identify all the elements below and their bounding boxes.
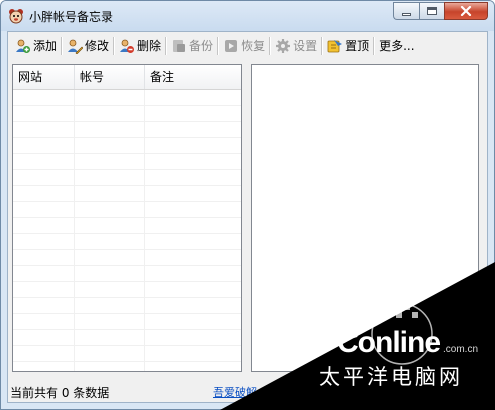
watermark-domain: .com.cn: [443, 344, 479, 355]
watermark-brand: PConline: [318, 326, 441, 359]
watermark-chinese: 太平洋电脑网: [319, 366, 463, 389]
